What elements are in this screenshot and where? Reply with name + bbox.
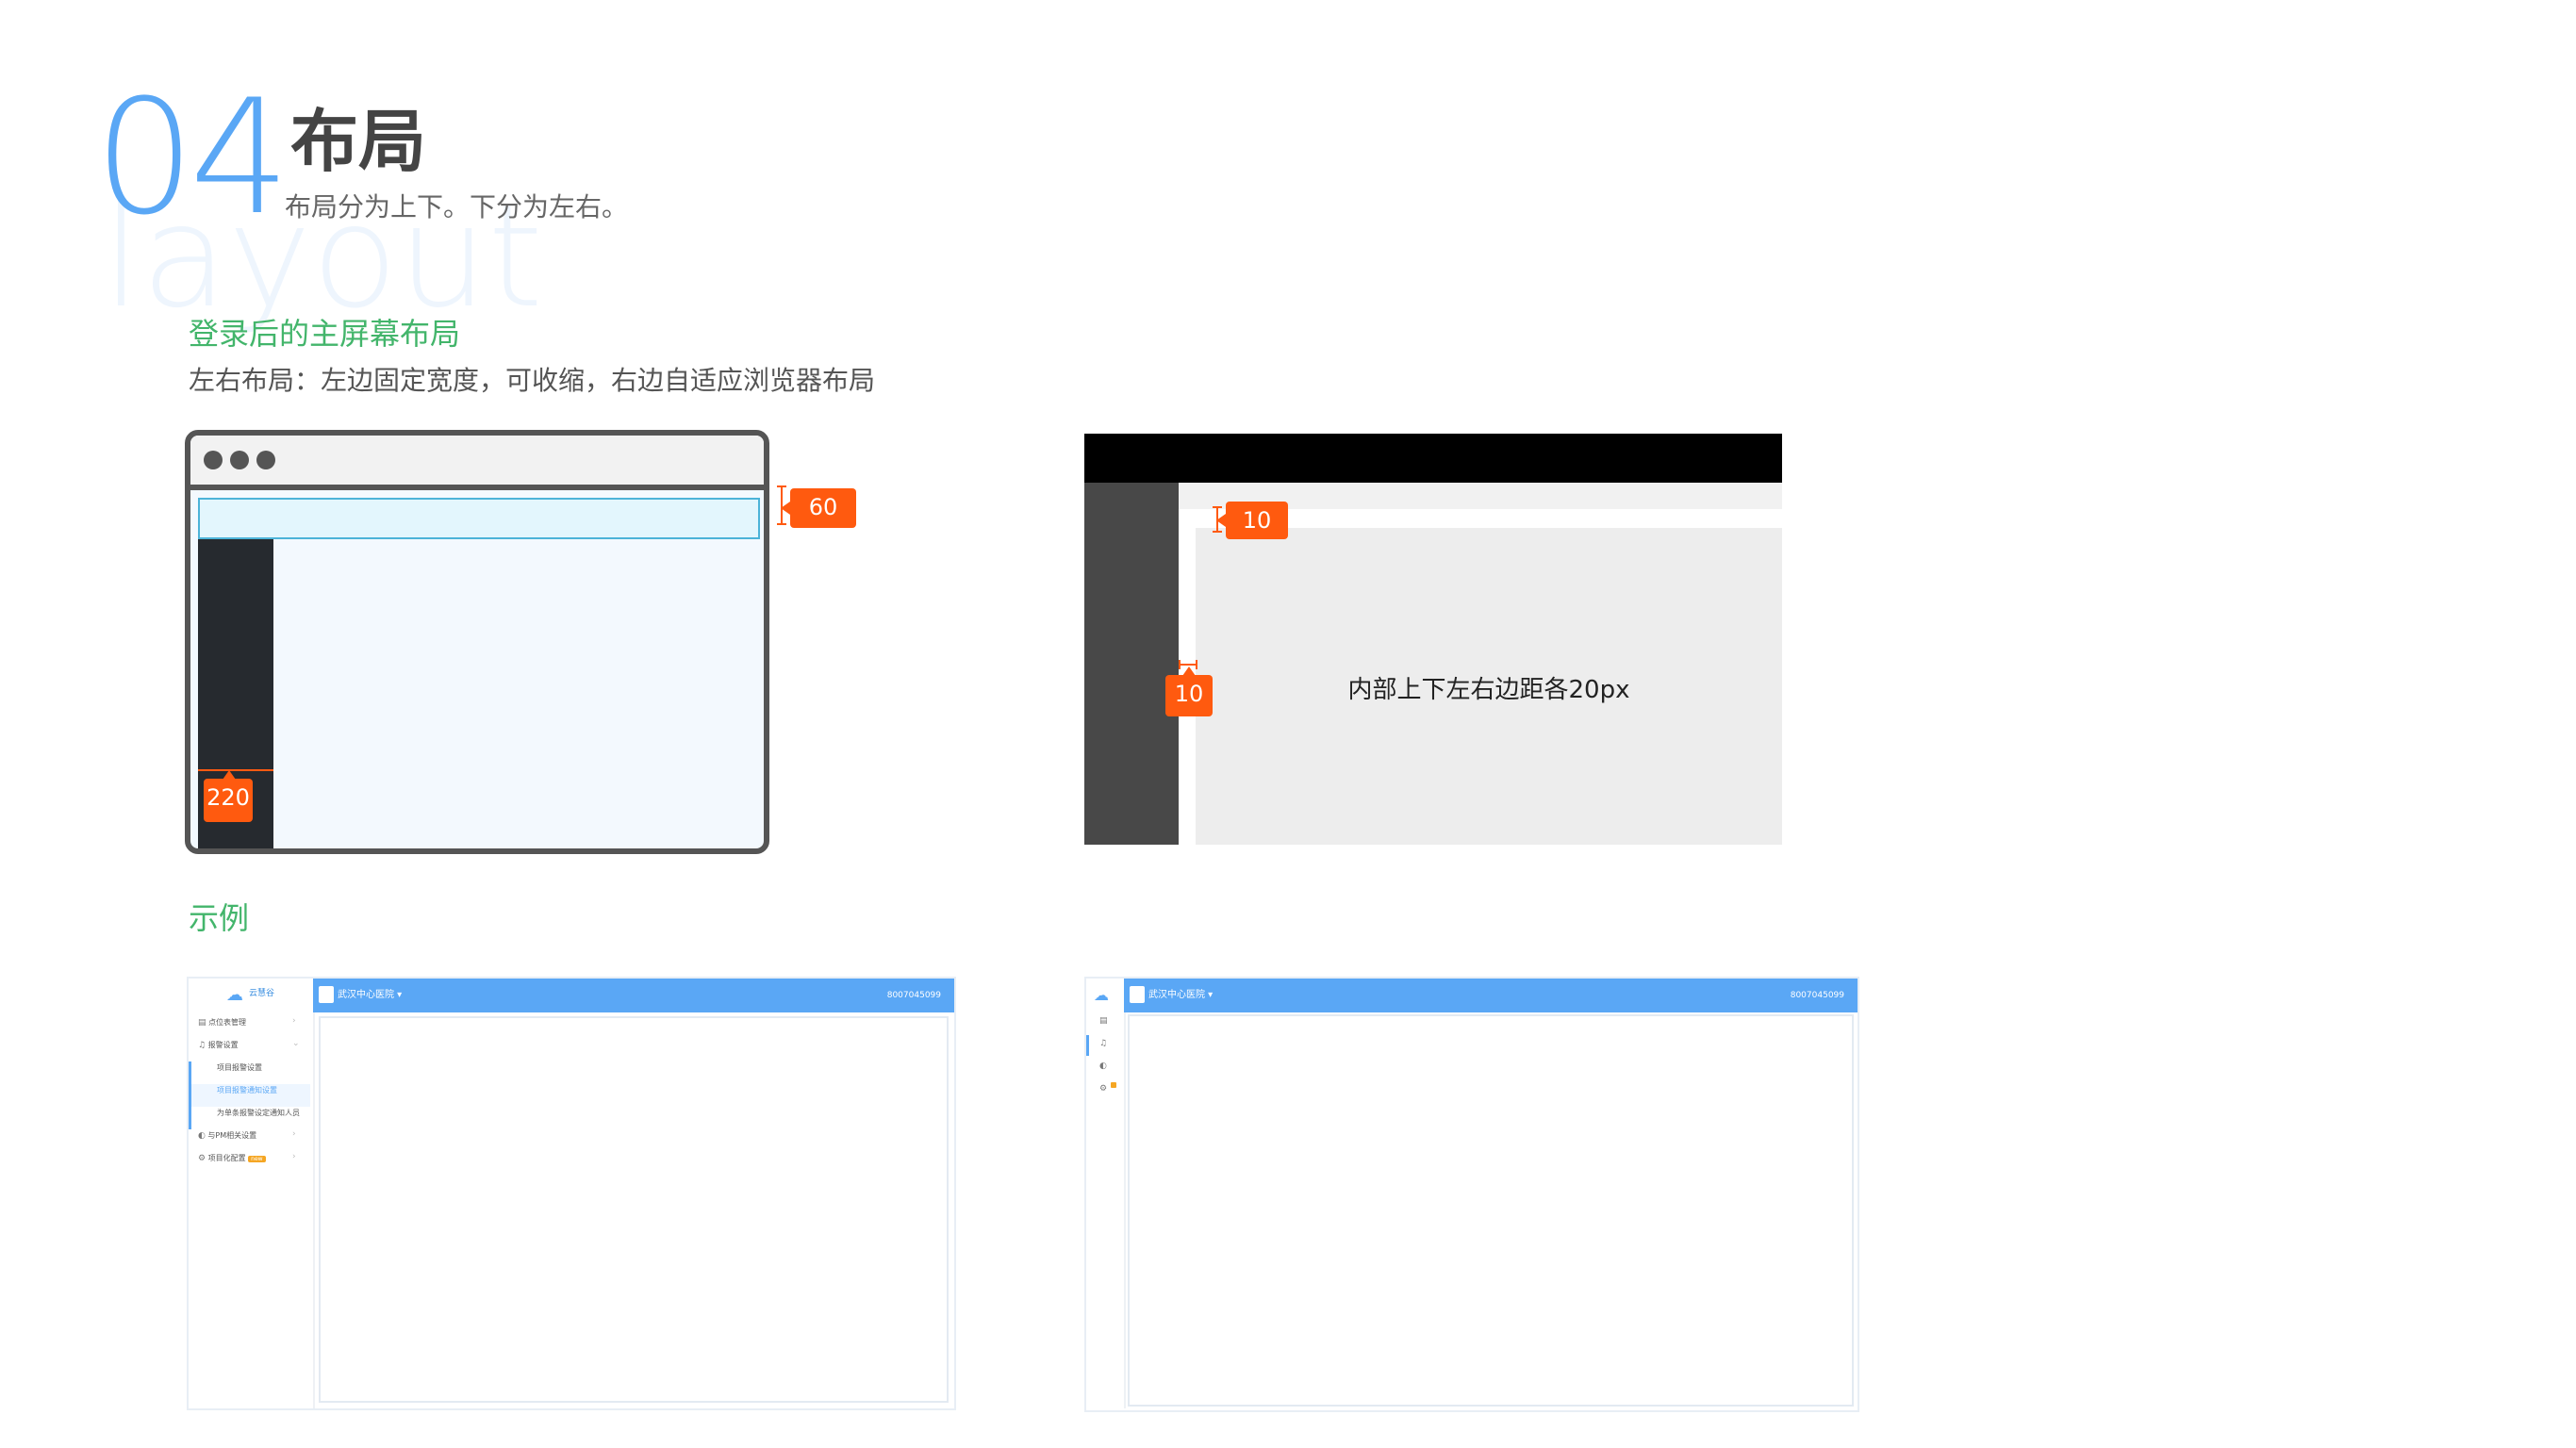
menu-toggle-icon[interactable] [1130, 986, 1145, 1003]
spacing-content-text: 内部上下左右边距各20px [1347, 676, 1630, 704]
new-badge-dot [1111, 1082, 1116, 1088]
example-topbar: 武汉中心医院 ▾ 8007045099 [313, 979, 954, 1012]
table-icon: ▤ [198, 1018, 206, 1028]
example-sidebar: ☁ 云慧谷 ▤ 点位表管理 › ♫ 报警设置 ⌄ 项目报警设置 项目报警通知设置… [189, 979, 315, 1408]
example-heading: 示例 [189, 900, 250, 936]
sidebar-subitem-project-alarm[interactable]: 项目报警设置 [217, 1061, 262, 1075]
layout-description: 左右布局：左边固定宽度，可收缩，右边自适应浏览器布局 [189, 365, 876, 396]
project-selector[interactable]: 武汉中心医院 ▾ [1148, 988, 1213, 1003]
top-gap-tag: 10 [1216, 502, 1288, 539]
sidebar-item-label: 与PM相关设置 [207, 1131, 257, 1140]
sidebar-item-label: 项目化配置 [207, 1154, 246, 1162]
sidebar-item-label: 点位表管理 [208, 1018, 247, 1027]
cloud-logo-icon: ☁ [226, 985, 243, 1005]
example-content-area [319, 1016, 949, 1403]
left-gap-tag: 10 [1165, 666, 1213, 716]
section-number: 04 [94, 65, 290, 250]
chevron-right-icon: › [292, 1152, 296, 1161]
layout-heading: 登录后的主屏幕布局 [189, 316, 461, 352]
example-expanded-screenshot: ☁ 云慧谷 ▤ 点位表管理 › ♫ 报警设置 ⌄ 项目报警设置 项目报警通知设置… [187, 977, 956, 1410]
gear-icon: ⚙ [198, 1154, 206, 1163]
drop-icon[interactable]: ◐ [1099, 1061, 1107, 1071]
gear-icon[interactable]: ⚙ [1099, 1084, 1107, 1094]
spacing-header-region [1084, 434, 1782, 483]
chevron-down-icon: ⌄ [292, 1039, 300, 1048]
sidebar-subitem-single-alarm[interactable]: 为单条报警设定通知人员 [217, 1107, 300, 1120]
drop-icon: ◐ [198, 1131, 206, 1141]
chevron-right-icon: › [292, 1129, 296, 1139]
example-content-area [1128, 1014, 1854, 1407]
sidebar-item-alarm[interactable]: ♫ 报警设置 [198, 1039, 239, 1052]
width-marker-line [198, 769, 273, 771]
bell-icon: ♫ [198, 1041, 206, 1050]
layout-header-region [198, 498, 760, 539]
menu-toggle-icon[interactable] [319, 986, 334, 1003]
sidebar-item-config[interactable]: ⚙ 项目化配置 new [198, 1152, 266, 1165]
cloud-logo-icon: ☁ [1094, 986, 1109, 1004]
logo-text: 云慧谷 [249, 989, 275, 998]
project-selector[interactable]: 武汉中心医院 ▾ [338, 988, 402, 1003]
page-subtitle: 布局分为上下。下分为左右。 [285, 191, 629, 222]
example-topbar: 武汉中心医院 ▾ 8007045099 [1124, 979, 1858, 1012]
sidebar-subitem-alarm-notify[interactable]: 项目报警通知设置 [217, 1084, 277, 1097]
browser-layout-diagram [185, 430, 769, 854]
window-dot [230, 451, 249, 469]
user-phone[interactable]: 8007045099 [1791, 988, 1844, 1003]
user-phone[interactable]: 8007045099 [887, 988, 941, 1003]
sidebar-item-label: 报警设置 [207, 1041, 239, 1049]
sidebar-width-tag: 220 [204, 770, 253, 822]
chevron-right-icon: › [292, 1016, 296, 1026]
example-sidebar-collapsed: ☁ ▤ ♫ ◐ ⚙ [1086, 979, 1126, 1408]
spacing-sidebar-region [1084, 483, 1179, 845]
sidebar-item-points[interactable]: ▤ 点位表管理 [198, 1016, 246, 1029]
browser-titlebar [190, 436, 764, 490]
active-group-indicator [1086, 1035, 1089, 1056]
table-icon[interactable]: ▤ [1099, 1016, 1108, 1026]
sidebar-item-pm[interactable]: ◐ 与PM相关设置 [198, 1129, 256, 1143]
bell-icon[interactable]: ♫ [1099, 1039, 1107, 1048]
window-dot [204, 451, 223, 469]
window-dot [256, 451, 275, 469]
new-badge: new [248, 1156, 266, 1162]
header-height-tag: 60 [781, 488, 856, 528]
example-collapsed-screenshot: ☁ ▤ ♫ ◐ ⚙ 武汉中心医院 ▾ 8007045099 [1084, 977, 1859, 1412]
page-title: 布局 [290, 102, 427, 181]
